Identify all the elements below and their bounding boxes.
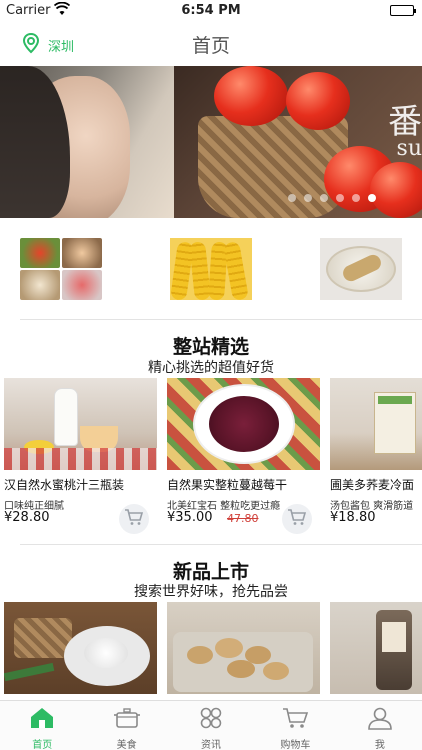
featured-section-title: 整站精选	[172, 336, 249, 358]
new-product-image[interactable]	[167, 602, 320, 694]
news-icon	[197, 706, 225, 734]
product-price: ¥35.00	[167, 510, 213, 525]
banner-carousel[interactable]: 番 su	[0, 66, 422, 218]
tab-home[interactable]: 首页	[0, 701, 84, 750]
carousel-dot[interactable]	[336, 194, 344, 202]
banner-portrait-image	[0, 66, 174, 218]
carousel-indicator	[288, 194, 376, 202]
product-price: ¥28.80	[4, 510, 50, 525]
pot-icon	[113, 706, 141, 734]
add-to-cart-button[interactable]	[282, 504, 312, 534]
tab-label: 资讯	[201, 740, 222, 750]
add-to-cart-button[interactable]	[119, 504, 149, 534]
product-card[interactable]: 汉自然水蜜桃汁三瓶装 口味纯正细腻 ¥28.80	[4, 378, 157, 538]
carousel-dot[interactable]	[288, 194, 296, 202]
carousel-dot[interactable]	[320, 194, 328, 202]
tab-news[interactable]: 资讯	[169, 701, 253, 750]
carousel-dot[interactable]	[304, 194, 312, 202]
battery-icon	[390, 5, 416, 16]
product-name: 圃美多荞麦冷面	[330, 478, 415, 492]
featured-product-list: 汉自然水蜜桃汁三瓶装 口味纯正细腻 ¥28.80 自然果实整粒蔓越莓干 北美红宝…	[0, 378, 422, 538]
page-title: 首页	[191, 35, 230, 57]
clock: 6:54 PM	[181, 3, 241, 18]
nav-bar: 深圳 首页	[0, 22, 422, 66]
category-corn[interactable]	[170, 238, 252, 300]
product-old-price: 47.80	[227, 512, 259, 525]
category-row	[0, 238, 422, 300]
tab-label: 首页	[32, 740, 53, 750]
category-meat[interactable]	[320, 238, 402, 300]
tab-label: 美食	[116, 740, 137, 750]
tab-food[interactable]: 美食	[84, 701, 168, 750]
new-product-image[interactable]	[4, 602, 157, 694]
status-bar: Carrier 6:54 PM	[0, 0, 422, 22]
banner-script-sub: su	[396, 136, 422, 161]
tab-cart[interactable]: 购物车	[253, 701, 337, 750]
tab-label: 我	[374, 740, 385, 750]
product-image	[330, 378, 422, 470]
product-card[interactable]: 自然果实整粒蔓越莓干 北美红宝石 整粒吃更过瘾 ¥35.00 47.80	[167, 378, 320, 538]
user-icon	[366, 706, 394, 734]
product-image	[167, 378, 320, 470]
tab-bar: 首页 美食 资讯 购物车 我	[0, 700, 422, 750]
divider	[20, 319, 422, 320]
product-card[interactable]: 圃美多荞麦冷面 汤包酱包 爽滑筋道 ¥18.80	[330, 378, 422, 538]
product-price: ¥18.80	[330, 510, 376, 525]
tab-me[interactable]: 我	[338, 701, 422, 750]
tab-label: 购物车	[280, 740, 311, 750]
category-fresh-produce[interactable]	[20, 238, 102, 300]
new-product-list	[0, 602, 422, 694]
product-name: 自然果实整粒蔓越莓干	[167, 478, 288, 492]
cart-icon	[124, 508, 144, 530]
carousel-dot[interactable]	[352, 194, 360, 202]
cart-icon	[287, 508, 307, 530]
home-icon	[28, 706, 56, 734]
new-section-title: 新品上市	[172, 561, 249, 583]
new-product-image[interactable]	[330, 602, 422, 694]
divider	[20, 544, 422, 545]
new-section-subtitle: 搜索世界好味，抢先品尝	[134, 584, 288, 600]
product-name: 汉自然水蜜桃汁三瓶装	[4, 478, 125, 492]
cart-icon	[281, 706, 309, 734]
featured-section-subtitle: 精心挑选的超值好货	[148, 360, 274, 376]
product-image	[4, 378, 157, 470]
carousel-dot-active[interactable]	[368, 194, 376, 202]
